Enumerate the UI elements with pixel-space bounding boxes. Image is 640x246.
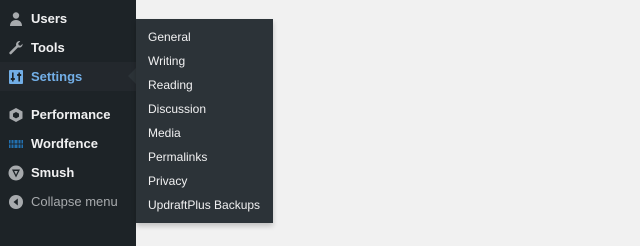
sidebar-item-label: Performance bbox=[31, 107, 111, 122]
sidebar-item-settings[interactable]: Settings bbox=[0, 62, 136, 91]
sidebar-item-users[interactable]: Users bbox=[0, 4, 136, 33]
admin-sidebar: Users Tools Settings Performance Wordfen… bbox=[0, 0, 136, 246]
wordfence-icon bbox=[8, 136, 24, 152]
menu-separator bbox=[0, 92, 136, 100]
sidebar-item-tools[interactable]: Tools bbox=[0, 33, 136, 62]
submenu-item-general[interactable]: General bbox=[148, 26, 191, 48]
sidebar-item-label: Users bbox=[31, 11, 68, 26]
sidebar-item-label: Tools bbox=[31, 40, 65, 55]
settings-flyout-submenu: General Writing Reading Discussion Media… bbox=[136, 19, 273, 223]
collapse-menu-label: Collapse menu bbox=[31, 194, 118, 209]
users-icon bbox=[8, 11, 24, 27]
sidebar-item-label: Wordfence bbox=[31, 136, 98, 151]
sidebar-item-performance[interactable]: Performance bbox=[0, 100, 136, 129]
submenu-item-media[interactable]: Media bbox=[148, 122, 181, 144]
submenu-item-updraftplus-backups[interactable]: UpdraftPlus Backups bbox=[148, 194, 260, 216]
active-menu-arrow bbox=[128, 68, 136, 84]
submenu-item-permalinks[interactable]: Permalinks bbox=[148, 146, 207, 168]
settings-icon bbox=[8, 69, 24, 85]
sidebar-item-wordfence[interactable]: Wordfence bbox=[0, 129, 136, 158]
submenu-item-privacy[interactable]: Privacy bbox=[148, 170, 187, 192]
sidebar-item-smush[interactable]: Smush bbox=[0, 158, 136, 187]
performance-icon bbox=[8, 107, 24, 123]
sidebar-item-label: Smush bbox=[31, 165, 75, 180]
collapse-menu-button[interactable]: Collapse menu bbox=[0, 187, 136, 216]
submenu-item-discussion[interactable]: Discussion bbox=[148, 98, 206, 120]
submenu-item-writing[interactable]: Writing bbox=[148, 50, 185, 72]
smush-icon bbox=[8, 165, 24, 181]
collapse-arrow-icon bbox=[8, 194, 24, 210]
sidebar-item-label: Settings bbox=[31, 69, 83, 84]
submenu-item-reading[interactable]: Reading bbox=[148, 74, 193, 96]
wrench-icon bbox=[8, 40, 24, 56]
